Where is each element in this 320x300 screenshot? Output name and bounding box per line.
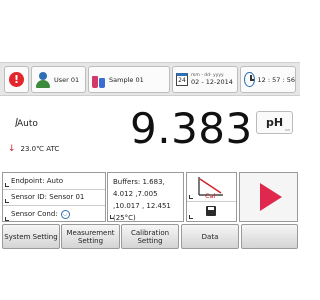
floppy-disk-icon (206, 206, 216, 216)
calibration-panel: Cal (186, 172, 237, 222)
date-value: 02 - 12-2014 (191, 78, 233, 86)
user-label: User 01 (54, 75, 80, 84)
blank-button[interactable] (241, 224, 298, 249)
endpoint-row[interactable]: Endpoint: Auto (3, 173, 105, 190)
sample-bottles-icon (92, 72, 106, 88)
corner-marker-icon (110, 215, 114, 219)
date-button[interactable]: 24 mm - dd- yyyy 02 - 12-2014 (172, 66, 238, 93)
system-setting-button[interactable]: System Setting (2, 224, 60, 249)
corner-marker-icon (189, 215, 193, 219)
sensor-id-label: Sensor ID: Sensor 01 (11, 193, 85, 202)
time-value: 12 : 57 : 56 (257, 75, 295, 84)
temperature-readout: ↓ 23.0℃ ATC (8, 144, 59, 154)
sensor-cond-label: Sensor Cond: (11, 210, 58, 219)
corner-marker-icon (5, 182, 9, 187)
buffers-panel[interactable]: Buffers: 1.683, 4.012 ,7.005 ,10.017 , 1… (107, 172, 184, 222)
status-bar: ! User 01 Sample 01 24 mm - dd- yyyy 02 … (0, 62, 300, 96)
measurement-setting-button[interactable]: Measurement Setting (61, 224, 120, 249)
cal-label: Cal (205, 192, 216, 200)
buffers-text: Buffers: 1.683, 4.012 ,7.005 ,10.017 , 1… (113, 178, 171, 222)
unit-sub-label: mV (285, 128, 290, 132)
play-icon (260, 183, 282, 211)
unit-button[interactable]: pH mV (256, 111, 293, 134)
measure-mode: Auto (17, 119, 38, 129)
calibration-setting-button[interactable]: Calibration Setting (121, 224, 179, 249)
bottom-menu: System Setting Measurement Setting Calib… (0, 224, 300, 250)
corner-marker-icon (189, 195, 193, 199)
start-measurement-button[interactable] (239, 172, 298, 222)
main-reading: 9.383 (130, 104, 253, 153)
sample-label: Sample 01 (109, 75, 144, 84)
endpoint-label: Endpoint: Auto (11, 176, 63, 185)
sensor-cond-row[interactable]: Sensor Cond: ◡ (3, 206, 105, 223)
user-icon (35, 71, 51, 88)
corner-marker-icon (5, 199, 9, 204)
alarm-button[interactable]: ! (4, 66, 29, 93)
corner-marker-icon (5, 216, 9, 221)
save-button[interactable] (187, 202, 236, 221)
sensor-id-row[interactable]: Sensor ID: Sensor 01 (3, 190, 105, 207)
clock-icon (244, 72, 255, 87)
unit-label: pH (265, 116, 284, 129)
smiley-icon: ◡ (60, 209, 70, 219)
thermometer-icon: ↓ (8, 144, 16, 154)
temperature-value: 23.0℃ ATC (20, 145, 60, 153)
sensor-info-panel: Endpoint: Auto Sensor ID: Sensor 01 Sens… (2, 172, 106, 222)
time-button[interactable]: 12 : 57 : 56 (240, 66, 296, 93)
sample-button[interactable]: Sample 01 (88, 66, 170, 93)
calibration-curve-button[interactable]: Cal (187, 173, 236, 202)
calendar-icon: 24 (176, 73, 188, 86)
user-button[interactable]: User 01 (31, 66, 86, 93)
data-button[interactable]: Data (181, 224, 239, 249)
alarm-icon: ! (9, 72, 24, 87)
